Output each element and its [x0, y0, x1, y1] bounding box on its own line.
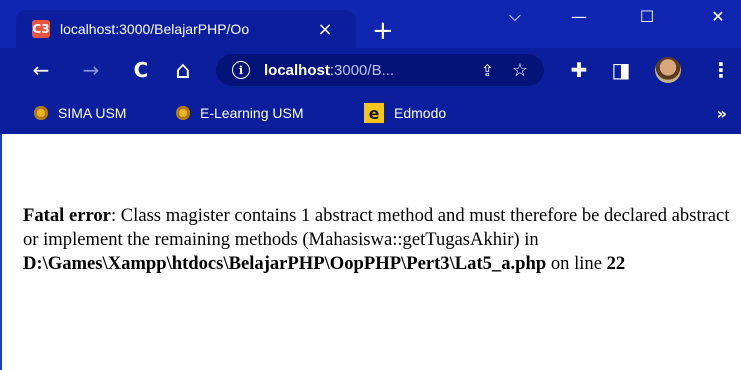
tab-close-icon[interactable]: × [314, 19, 336, 40]
site-info-icon[interactable]: i [232, 61, 250, 79]
page-content: Fatal error: Class magister contains 1 a… [0, 134, 741, 370]
side-panel-icon[interactable]: ◨ [606, 48, 636, 92]
bookmark-label: E-Learning USM [200, 105, 304, 121]
maximize-button[interactable]: ☐ [624, 0, 670, 32]
browser-toolbar: ← → C ⌂ i localhost:3000/B... ⇪ ☆ ✚ ◨ ⋮ [0, 48, 741, 92]
tab-title: localhost:3000/BelajarPHP/Oo [60, 21, 250, 37]
active-tab[interactable]: C3 localhost:3000/BelajarPHP/Oo × [16, 10, 356, 48]
url-path: :3000/B... [329, 61, 395, 79]
bookmarks-bar: SIMA USM E-Learning USM e Edmodo » [0, 92, 741, 134]
bookmark-label: SIMA USM [58, 105, 127, 121]
more-bookmarks-chevron-icon[interactable]: » [717, 92, 727, 134]
bookmark-label: Edmodo [394, 105, 447, 121]
close-window-button[interactable]: ✕ [695, 0, 741, 32]
tab-search-icon[interactable]: ⌵ [492, 0, 538, 32]
xampp-favicon-icon: C3 [32, 20, 50, 38]
url-text: localhost:3000/B... [264, 62, 394, 79]
bookmark-star-icon[interactable]: ☆ [512, 60, 528, 81]
error-line-number: 22 [606, 253, 626, 274]
reload-icon[interactable]: C [126, 48, 156, 92]
minimize-button[interactable]: — [556, 0, 602, 32]
error-label: Fatal error [23, 205, 111, 226]
forward-arrow-icon[interactable]: → [76, 48, 106, 92]
tab-strip: C3 localhost:3000/BelajarPHP/Oo × + ⌵ — … [0, 0, 741, 48]
bookmark-edmodo[interactable]: e Edmodo [364, 92, 446, 134]
usm-logo-icon [176, 106, 190, 120]
bookmark-elearning-usm[interactable]: E-Learning USM [176, 92, 304, 134]
profile-avatar[interactable] [655, 57, 681, 83]
new-tab-button[interactable]: + [372, 18, 394, 44]
menu-kebab-icon[interactable]: ⋮ [706, 48, 736, 92]
error-file-path: D:\Games\Xampp\htdocs\BelajarPHP\OopPHP\… [23, 253, 547, 274]
address-bar[interactable]: i localhost:3000/B... ⇪ ☆ [216, 54, 544, 86]
back-arrow-icon[interactable]: ← [26, 48, 56, 92]
extensions-puzzle-icon[interactable]: ✚ [564, 48, 594, 92]
edmodo-icon: e [364, 103, 384, 123]
bookmark-sima-usm[interactable]: SIMA USM [34, 92, 126, 134]
php-fatal-error-message: Fatal error: Class magister contains 1 a… [23, 204, 738, 276]
error-text: : Class magister contains 1 abstract met… [23, 205, 730, 250]
browser-window: C3 localhost:3000/BelajarPHP/Oo × + ⌵ — … [0, 0, 741, 370]
home-icon[interactable]: ⌂ [168, 48, 198, 92]
url-host: localhost [264, 61, 330, 79]
share-icon[interactable]: ⇪ [481, 61, 494, 80]
error-line-prefix: on line [546, 253, 607, 274]
usm-logo-icon [34, 106, 48, 120]
